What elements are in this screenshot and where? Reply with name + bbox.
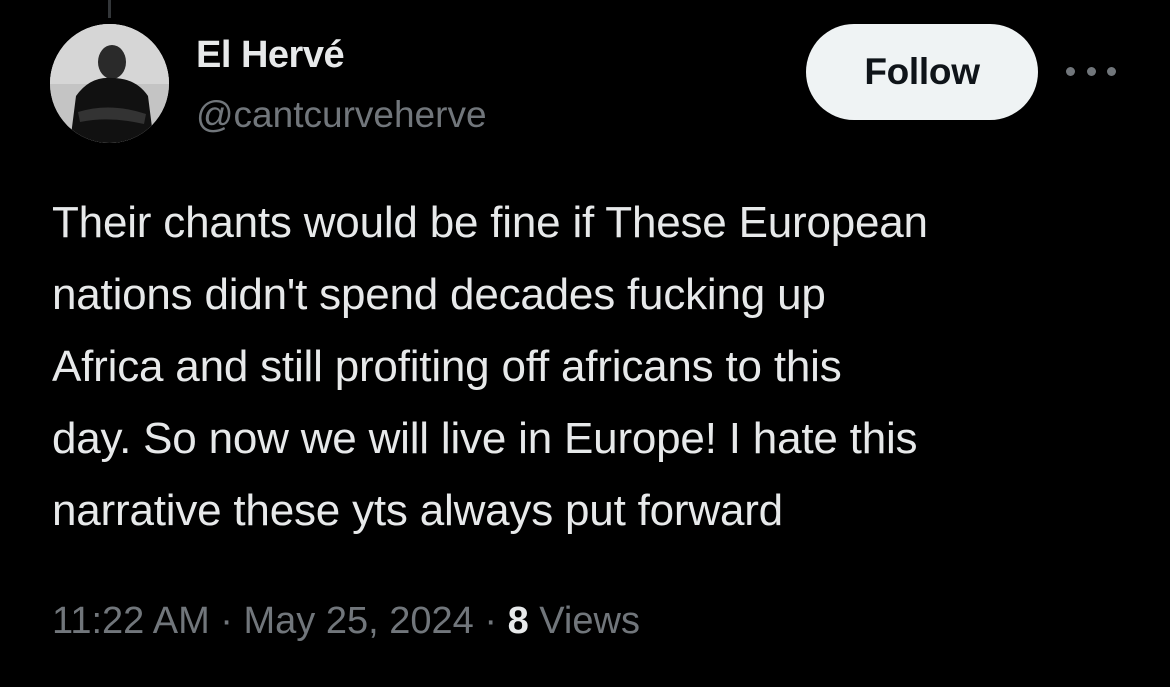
thread-connector-line	[108, 0, 111, 18]
tweet-date[interactable]: May 25, 2024	[244, 600, 474, 642]
more-dot	[1066, 66, 1075, 76]
author-display-name[interactable]: El Hervé	[196, 34, 345, 77]
tweet-body-text: Their chants would be fine if These Euro…	[52, 198, 928, 535]
more-dot	[1086, 66, 1096, 76]
tweet-time[interactable]: 11:22 AM	[52, 600, 210, 642]
views-count[interactable]: 8	[508, 600, 529, 642]
meta-separator: ·	[220, 600, 233, 642]
author-handle[interactable]: @cantcurveherve	[196, 94, 487, 136]
follow-button[interactable]: Follow	[806, 24, 1038, 120]
views-label[interactable]: Views	[539, 600, 640, 642]
tweet-metadata: 11:22 AM · May 25, 2024 · 8 Views	[52, 600, 640, 643]
profile-photo	[50, 24, 169, 143]
more-dot	[1107, 66, 1116, 76]
meta-separator: ·	[484, 600, 497, 642]
author-avatar[interactable]	[50, 24, 169, 143]
more-horizontal-icon[interactable]	[1066, 56, 1116, 86]
